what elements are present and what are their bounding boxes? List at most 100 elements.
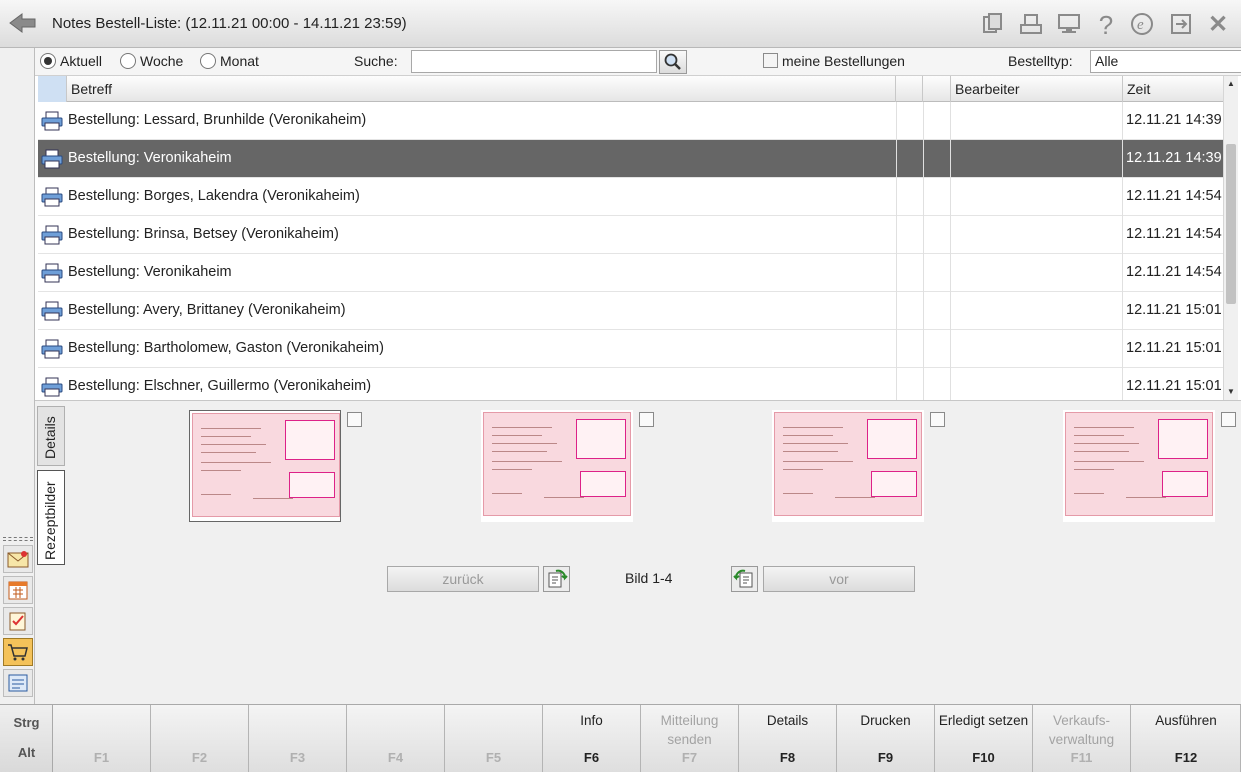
tab-rezeptbilder[interactable]: Rezeptbilder	[37, 470, 65, 565]
radio-monat[interactable]: Monat	[200, 53, 259, 69]
fkey-label: Ausführen	[1155, 713, 1217, 728]
prescription-image	[192, 413, 340, 517]
table-row[interactable]: Bestellung: Bartholomew, Gaston (Veronik…	[38, 330, 1223, 368]
order-icon	[40, 149, 64, 169]
scroll-down-icon[interactable]: ▼	[1224, 384, 1238, 400]
search-button[interactable]	[659, 50, 687, 74]
fkey-f10-button[interactable]: Erledigt setzen F10	[935, 705, 1033, 772]
column-divider	[1122, 102, 1123, 400]
cart-icon[interactable]	[3, 638, 33, 666]
fkey-f9-button[interactable]: Drucken F9	[837, 705, 935, 772]
table-row[interactable]: Bestellung: Veronikaheim 12.11.21 14:39	[38, 140, 1223, 178]
order-icon	[40, 301, 64, 321]
radio-circle[interactable]	[40, 53, 56, 69]
fkey-f3-button[interactable]: F3	[249, 705, 347, 772]
table-row[interactable]: Bestellung: Lessard, Brunhilde (Veronika…	[38, 102, 1223, 140]
calendar-icon[interactable]	[3, 576, 33, 604]
fkey-f6-button[interactable]: Info F6	[543, 705, 641, 772]
alt-label: Alt	[17, 745, 36, 760]
print-icon[interactable]	[1018, 12, 1044, 38]
prescription-thumbnail[interactable]	[189, 410, 341, 522]
table-row[interactable]: Bestellung: Veronikaheim 12.11.21 14:54	[38, 254, 1223, 292]
next-image-icon[interactable]	[731, 566, 758, 592]
window-title: Notes Bestell-Liste: (12.11.21 00:00 - 1…	[52, 15, 407, 32]
fkey-f1-button[interactable]: F1	[53, 705, 151, 772]
table-row[interactable]: Bestellung: Avery, Brittaney (Veronikahe…	[38, 292, 1223, 330]
fkey-f5-button[interactable]: F5	[445, 705, 543, 772]
prescription-image	[774, 412, 922, 516]
fkey-key: F4	[387, 750, 404, 765]
function-key-bar: Strg Alt F1 F2 F3 F4 F5 Info F6 Mitteilung send…	[0, 704, 1241, 772]
bestelltyp-select[interactable]: Alle ▼	[1090, 50, 1241, 73]
thumbnail-checkbox[interactable]	[930, 412, 945, 427]
monitor-icon[interactable]	[1056, 12, 1082, 38]
fkey-key: F9	[877, 750, 894, 765]
detail-panel: Details Rezeptbilder zurück Bild 1-4 vor	[35, 400, 1241, 704]
prescription-thumbnail[interactable]	[1063, 410, 1215, 522]
fkey-f2-button[interactable]: F2	[151, 705, 249, 772]
table-row[interactable]: Bestellung: Brinsa, Betsey (Veronikaheim…	[38, 216, 1223, 254]
fkey-key: F10	[972, 750, 995, 765]
fkey-f7-button[interactable]: Mitteilung senden F7	[641, 705, 739, 772]
fkey-f12-button[interactable]: Ausführen F12	[1131, 705, 1241, 772]
title-bar: Notes Bestell-Liste: (12.11.21 00:00 - 1…	[0, 0, 1241, 48]
prescription-thumbnail[interactable]	[481, 410, 633, 522]
column-zeit[interactable]: Zeit	[1123, 76, 1223, 102]
search-input[interactable]	[411, 50, 657, 73]
column-blank-1[interactable]	[896, 76, 923, 102]
meine-bestellungen-checkbox[interactable]	[763, 53, 778, 68]
modifier-panel[interactable]: Strg Alt	[0, 705, 53, 772]
order-icon	[40, 263, 64, 283]
column-bearbeiter[interactable]: Bearbeiter	[951, 76, 1123, 102]
help-icon[interactable]: ?	[1093, 12, 1119, 38]
scroll-up-icon[interactable]: ▲	[1224, 76, 1238, 92]
e-icon[interactable]: e	[1129, 12, 1155, 38]
radio-woche[interactable]: Woche	[120, 53, 183, 69]
order-icon	[40, 339, 64, 359]
back-arrow-icon[interactable]	[8, 10, 38, 36]
radio-circle[interactable]	[120, 53, 136, 69]
meine-bestellungen-label: meine Bestellungen	[782, 53, 905, 69]
row-subject: Bestellung: Borges, Lakendra (Veronikahe…	[68, 188, 360, 204]
thumbnail-checkbox[interactable]	[347, 412, 362, 427]
tab-rezeptbilder-label: Rezeptbilder	[42, 481, 58, 560]
column-betreff[interactable]: Betreff	[67, 76, 896, 102]
scrollbar-thumb[interactable]	[1226, 144, 1236, 304]
copy-icon[interactable]	[980, 12, 1006, 38]
row-zeit: 12.11.21 14:54	[1126, 188, 1222, 204]
radio-aktuell[interactable]: Aktuell	[40, 53, 102, 69]
table-row[interactable]: Bestellung: Elschner, Guillermo (Veronik…	[38, 368, 1223, 400]
row-zeit: 12.11.21 14:39	[1126, 112, 1222, 128]
column-divider	[950, 102, 951, 400]
row-subject: Bestellung: Brinsa, Betsey (Veronikaheim…	[68, 226, 339, 242]
column-divider	[923, 102, 924, 400]
fkey-f4-button[interactable]: F4	[347, 705, 445, 772]
strg-label: Strg	[13, 715, 40, 730]
radio-aktuell-label: Aktuell	[60, 53, 103, 69]
zurueck-button[interactable]: zurück	[387, 566, 539, 592]
row-subject: Bestellung: Lessard, Brunhilde (Veronika…	[68, 112, 367, 128]
table-header: Betreff Bearbeiter Zeit	[38, 76, 1223, 102]
fkey-f8-button[interactable]: Details F8	[739, 705, 837, 772]
mail-icon[interactable]	[3, 545, 33, 573]
previous-image-icon[interactable]	[543, 566, 570, 592]
filter-row: Aktuell Woche Monat Suche: meine Bestell…	[35, 48, 1241, 76]
export-icon[interactable]	[1168, 12, 1194, 38]
document-list-icon[interactable]	[3, 669, 33, 697]
prescription-thumbnail[interactable]	[772, 410, 924, 522]
fkey-f11-button[interactable]: Verkaufs-verwaltung F11	[1033, 705, 1131, 772]
row-subject: Bestellung: Bartholomew, Gaston (Veronik…	[68, 340, 384, 356]
checklist-icon[interactable]	[3, 607, 33, 635]
tab-details[interactable]: Details	[37, 406, 65, 466]
row-zeit: 12.11.21 15:01	[1126, 302, 1222, 318]
thumbnail-checkbox[interactable]	[639, 412, 654, 427]
vor-button[interactable]: vor	[763, 566, 915, 592]
order-icon	[40, 187, 64, 207]
table-row[interactable]: Bestellung: Borges, Lakendra (Veronikahe…	[38, 178, 1223, 216]
fkey-label: Details	[766, 713, 809, 728]
radio-circle[interactable]	[200, 53, 216, 69]
close-icon[interactable]: ✕	[1205, 12, 1231, 38]
table-scrollbar[interactable]: ▲ ▼	[1223, 76, 1238, 400]
column-blank-2[interactable]	[923, 76, 951, 102]
thumbnail-checkbox[interactable]	[1221, 412, 1236, 427]
